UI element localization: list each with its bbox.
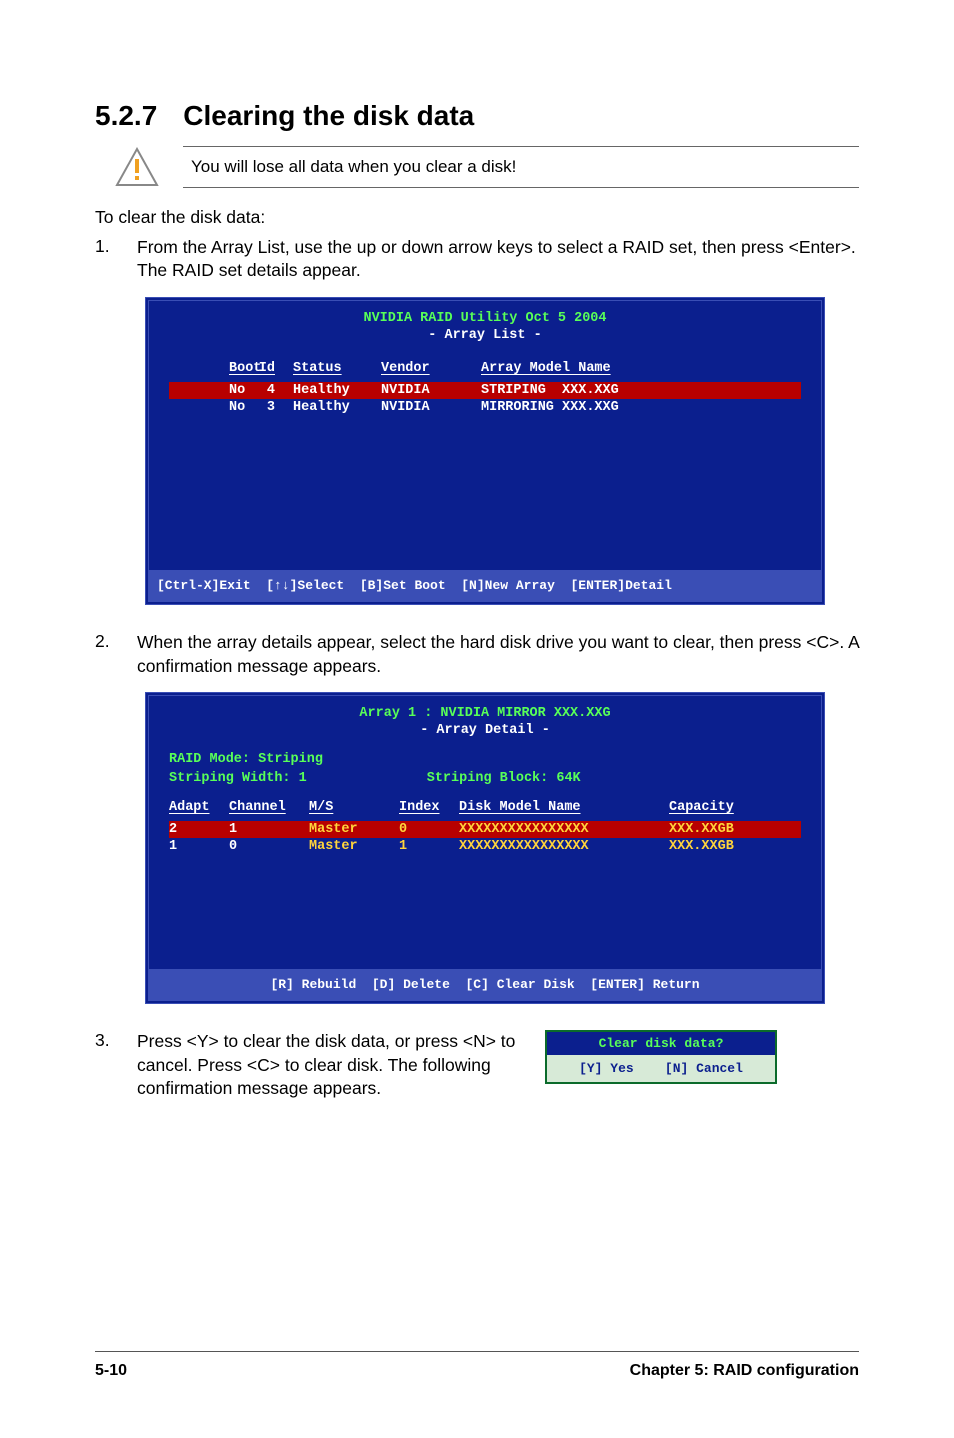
cell-channel: 1 xyxy=(229,822,309,837)
col-capacity: Capacity xyxy=(669,800,769,815)
warning-text: You will lose all data when you clear a … xyxy=(183,146,859,188)
cell-ms: Master xyxy=(309,839,399,854)
striping-block: Striping Block: 64K xyxy=(427,771,581,786)
section-number: 5.2.7 xyxy=(95,100,157,132)
warning-callout: You will lose all data when you clear a … xyxy=(115,146,859,188)
table-row[interactable]: 1 0 Master 1 XXXXXXXXXXXXXXXX XXX.XXGB xyxy=(169,838,801,855)
step-text: Press <Y> to clear the disk data, or pre… xyxy=(137,1030,517,1101)
col-adapt: Adapt xyxy=(169,800,229,815)
step-number: 2. xyxy=(95,631,117,678)
cell-adapt: 2 xyxy=(169,822,229,837)
cell-vendor: NVIDIA xyxy=(371,400,461,415)
bios-subtitle: - Array Detail - xyxy=(149,723,821,748)
list-item: 3. Press <Y> to clear the disk data, or … xyxy=(95,1030,859,1101)
cell-array-name: STRIPING XXX.XXG xyxy=(461,383,661,398)
bios-footer-hints: [Ctrl-X]Exit [↑↓]Select [B]Set Boot [N]N… xyxy=(149,570,821,601)
cell-id: 4 xyxy=(251,383,281,398)
striping-width: Striping Width: 1 xyxy=(169,771,307,786)
page-number: 5-10 xyxy=(95,1362,127,1380)
table-header: Adapt Channel M/S Index Disk Model Name … xyxy=(149,786,821,819)
page-footer: 5-10 Chapter 5: RAID configuration xyxy=(95,1351,859,1380)
bios-title: Array 1 : NVIDIA MIRROR XXX.XXG xyxy=(149,696,821,723)
chapter-title: Chapter 5: RAID configuration xyxy=(630,1362,859,1380)
cell-index: 1 xyxy=(399,839,459,854)
bios-array-detail: Array 1 : NVIDIA MIRROR XXX.XXG - Array … xyxy=(145,692,825,1004)
cell-channel: 0 xyxy=(229,839,309,854)
col-ms: M/S xyxy=(309,800,399,815)
cell-disk-model: XXXXXXXXXXXXXXXX xyxy=(459,839,669,854)
warning-icon xyxy=(115,147,159,187)
confirm-dialog: Clear disk data? [Y] Yes [N] Cancel xyxy=(545,1030,777,1084)
table-row[interactable]: 2 1 Master 0 XXXXXXXXXXXXXXXX XXX.XXGB xyxy=(169,821,801,838)
cell-boot: No xyxy=(169,383,251,398)
table-header: Boot Id Status Vendor Array Model Name xyxy=(149,353,821,380)
step-number: 1. xyxy=(95,236,117,283)
cell-status: Healthy xyxy=(281,400,371,415)
confirm-title: Clear disk data? xyxy=(547,1032,775,1055)
cell-ms: Master xyxy=(309,822,399,837)
cell-boot: No xyxy=(169,400,251,415)
confirm-options[interactable]: [Y] Yes [N] Cancel xyxy=(547,1055,775,1082)
col-channel: Channel xyxy=(229,800,309,815)
intro-text: To clear the disk data: xyxy=(95,206,859,230)
col-status: Status xyxy=(281,361,371,376)
col-index: Index xyxy=(399,800,459,815)
step-number: 3. xyxy=(95,1030,117,1101)
col-id: Id xyxy=(251,361,281,376)
raid-mode: RAID Mode: Striping xyxy=(149,748,821,767)
section-title: Clearing the disk data xyxy=(183,100,474,132)
cell-adapt: 1 xyxy=(169,839,229,854)
cell-capacity: XXX.XXGB xyxy=(669,822,769,837)
bios-subtitle: - Array List - xyxy=(149,328,821,353)
bios-title: NVIDIA RAID Utility Oct 5 2004 xyxy=(149,301,821,328)
cell-index: 0 xyxy=(399,822,459,837)
bios-array-list: NVIDIA RAID Utility Oct 5 2004 - Array L… xyxy=(145,297,825,605)
table-row[interactable]: No 4 Healthy NVIDIA STRIPING XXX.XXG xyxy=(169,382,801,399)
list-item: 2. When the array details appear, select… xyxy=(95,631,859,678)
cell-disk-model: XXXXXXXXXXXXXXXX xyxy=(459,822,669,837)
bios-footer-hints: [R] Rebuild [D] Delete [C] Clear Disk [E… xyxy=(149,969,821,1000)
cell-vendor: NVIDIA xyxy=(371,383,461,398)
step-text: From the Array List, use the up or down … xyxy=(137,236,859,283)
col-boot: Boot xyxy=(169,361,251,376)
col-array-name: Array Model Name xyxy=(461,361,661,376)
table-row[interactable]: No 3 Healthy NVIDIA MIRRORING XXX.XXG xyxy=(169,399,801,416)
col-disk-model: Disk Model Name xyxy=(459,800,669,815)
cell-status: Healthy xyxy=(281,383,371,398)
cell-id: 3 xyxy=(251,400,281,415)
section-heading: 5.2.7 Clearing the disk data xyxy=(95,100,859,132)
col-vendor: Vendor xyxy=(371,361,461,376)
cell-array-name: MIRRORING XXX.XXG xyxy=(461,400,661,415)
list-item: 1. From the Array List, use the up or do… xyxy=(95,236,859,283)
cell-capacity: XXX.XXGB xyxy=(669,839,769,854)
step-text: When the array details appear, select th… xyxy=(137,631,859,678)
